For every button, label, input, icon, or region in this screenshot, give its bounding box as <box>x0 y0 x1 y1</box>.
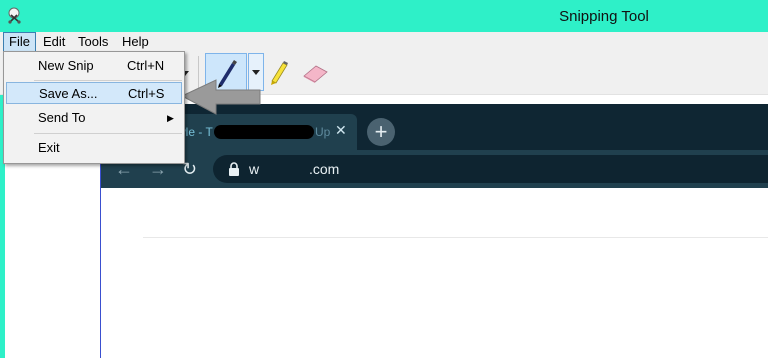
menu-item-label: Save As... <box>39 86 98 101</box>
menu-file[interactable]: File <box>3 32 36 52</box>
menu-separator <box>34 80 182 81</box>
highlighter-icon[interactable] <box>268 60 290 86</box>
file-menu-dropdown: New Snip Ctrl+N Save As... Ctrl+S Send T… <box>3 51 185 164</box>
menu-item-shortcut: Ctrl+S <box>128 86 165 101</box>
plus-icon: + <box>367 118 395 146</box>
menu-item-exit[interactable]: Exit <box>5 137 183 159</box>
url-text-end: .com <box>309 161 340 177</box>
menu-item-label: New Snip <box>38 58 94 73</box>
url-field: w .com <box>213 155 768 183</box>
menu-item-shortcut: Ctrl+N <box>127 58 165 73</box>
menu-item-new-snip[interactable]: New Snip Ctrl+N <box>5 55 183 77</box>
menu-item-label: Send To <box>38 110 86 125</box>
menu-help[interactable]: Help <box>117 33 154 51</box>
close-icon: ✕ <box>335 122 347 138</box>
menu-item-label: Exit <box>38 140 60 155</box>
menu-bar: File Edit Tools Help <box>0 32 768 52</box>
menu-tools[interactable]: Tools <box>73 33 113 51</box>
menu-edit[interactable]: Edit <box>38 33 70 51</box>
window-title: Snipping Tool <box>559 8 649 25</box>
captured-snip: wle - T Up ✕ + ← → ↻ w .com <box>100 104 768 358</box>
chevron-right-icon: ▶ <box>167 113 174 123</box>
url-text-start: w <box>249 161 260 177</box>
title-bar: Snipping Tool <box>0 0 768 32</box>
browser-tab-title-end: Up <box>315 125 331 139</box>
menu-item-save-as[interactable]: Save As... Ctrl+S <box>6 82 182 104</box>
eraser-icon[interactable] <box>300 62 330 84</box>
browser-address-bar: ← → ↻ w .com <box>101 150 768 188</box>
redaction-mark <box>214 125 314 139</box>
page-divider <box>143 237 768 238</box>
menu-item-send-to[interactable]: Send To ▶ <box>5 107 183 129</box>
lock-icon <box>229 162 239 176</box>
arrow-left-icon <box>180 79 261 115</box>
menu-separator <box>34 133 182 134</box>
